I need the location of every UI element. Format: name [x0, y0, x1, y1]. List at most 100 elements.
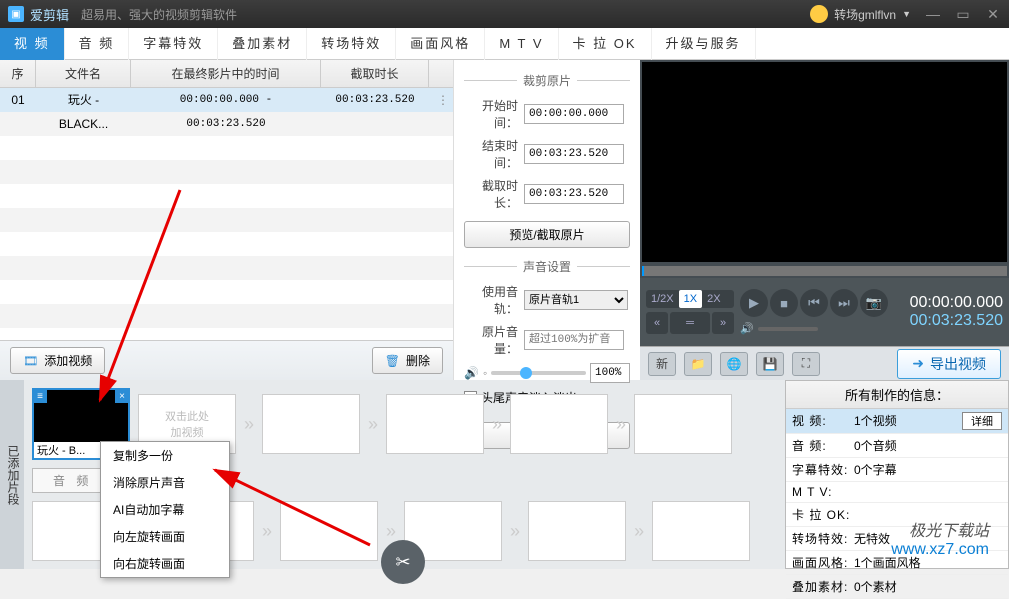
chevron-right-icon: » — [510, 521, 520, 542]
delete-button[interactable]: 🗑 删除 — [372, 347, 443, 374]
detail-button[interactable]: 详细 — [962, 412, 1002, 430]
clip-close-icon[interactable]: × — [115, 389, 129, 403]
timeline-empty-slot[interactable] — [262, 394, 360, 454]
avatar-icon — [810, 5, 828, 23]
delete-label: 删除 — [406, 352, 430, 369]
speed-1x[interactable]: 1X — [679, 290, 702, 308]
clip-menu-icon[interactable]: ≡ — [33, 389, 47, 403]
tab-karaoke[interactable]: 卡 拉 OK — [559, 28, 652, 60]
clip-thumbnail — [34, 390, 128, 442]
ctx-rotate-left[interactable]: 向左旋转画面 — [101, 523, 229, 550]
export-label: 导出视频 — [930, 354, 986, 374]
next-frame-button[interactable]: » — [712, 312, 734, 334]
min-icon: ◦ — [483, 366, 487, 380]
preview-crop-label: 预览/截取原片 — [509, 226, 584, 243]
open-folder-button[interactable]: 📁 — [684, 352, 712, 376]
col-time: 在最终影片中的时间 — [131, 60, 321, 87]
tab-transition[interactable]: 转场特效 — [307, 28, 396, 60]
chevron-right-icon: » — [386, 521, 396, 542]
add-video-icon: 🎞 — [23, 354, 38, 368]
watermark-url: www.xz7.com — [891, 541, 989, 559]
end-time-label: 结束时间： — [464, 137, 518, 171]
user-area[interactable]: 转场gmlflvn ▼ — [810, 5, 911, 23]
row-more-icon[interactable]: ⋮ — [429, 88, 447, 112]
app-name: 爱剪辑 — [30, 5, 69, 24]
time-total: 00:03:23.520 — [910, 312, 1003, 330]
file-row[interactable]: 01 玩火 - BLACK... 00:00:00.000 - 00:03:23… — [0, 88, 453, 112]
info-row-video[interactable]: 视 频: 1个视频 详细 — [786, 409, 1008, 434]
tab-video[interactable]: 视 频 — [0, 28, 65, 60]
info-row-overlay: 叠加素材: 0个素材 — [786, 575, 1008, 599]
preview-scrubber[interactable] — [642, 266, 1007, 276]
track-label: 使用音轨： — [464, 283, 518, 317]
preview-volume-slider[interactable] — [758, 327, 818, 331]
dur-input[interactable] — [524, 184, 624, 204]
start-time-input[interactable] — [524, 104, 624, 124]
prev-frame-button[interactable]: « — [646, 312, 668, 334]
volume-slider[interactable] — [491, 371, 586, 375]
fullscreen-button[interactable]: ⛶ — [792, 352, 820, 376]
timeline-empty-slot[interactable] — [510, 394, 608, 454]
preview-video[interactable] — [642, 62, 1007, 262]
vol-hint-input[interactable] — [524, 330, 624, 350]
scissors-button[interactable]: ✂ — [381, 540, 425, 584]
speed-half[interactable]: 1/2X — [646, 290, 679, 308]
ctx-duplicate[interactable]: 复制多一份 — [101, 442, 229, 469]
snapshot-button[interactable]: 📷 — [860, 289, 888, 317]
end-time-input[interactable] — [524, 144, 624, 164]
stop-button[interactable]: ■ — [770, 289, 798, 317]
file-list-body: 01 玩火 - BLACK... 00:00:00.000 - 00:03:23… — [0, 88, 453, 340]
frame-slider[interactable]: ═ — [670, 312, 710, 334]
sound-group-title: 声音设置 — [464, 258, 630, 275]
export-icon: ➜ — [912, 355, 924, 372]
net-button[interactable]: 🌐 — [720, 352, 748, 376]
file-list-panel: 序号 文件名 在最终影片中的时间 截取时长 01 玩火 - BLACK... 0… — [0, 60, 454, 380]
chevron-right-icon: » — [616, 414, 626, 435]
timeline-empty-slot[interactable] — [386, 394, 484, 454]
export-video-button[interactable]: ➜ 导出视频 — [897, 349, 1001, 379]
tab-upgrade[interactable]: 升级与服务 — [652, 28, 756, 60]
ctx-ai-subtitle[interactable]: AI自动加字幕 — [101, 496, 229, 523]
preview-crop-button[interactable]: 预览/截取原片 — [464, 221, 630, 248]
trash-icon: 🗑 — [385, 354, 400, 368]
app-logo-icon: ▣ — [8, 6, 24, 22]
tab-audio[interactable]: 音 频 — [65, 28, 130, 60]
ctx-mute-original[interactable]: 消除原片声音 — [101, 469, 229, 496]
watermark-text: 极光下载站 — [891, 517, 989, 541]
main-tabs: 视 频 音 频 字幕特效 叠加素材 转场特效 画面风格 M T V 卡 拉 OK… — [0, 28, 1009, 60]
mark-out-button[interactable]: ⏭ — [830, 289, 858, 317]
speed-2x[interactable]: 2X — [702, 290, 725, 308]
app-slogan: 超易用、强大的视频剪辑软件 — [81, 6, 237, 23]
chevron-right-icon: » — [368, 414, 378, 435]
maximize-button[interactable]: ▭ — [955, 6, 971, 23]
file-list-footer: 🎞 添加视频 🗑 删除 — [0, 340, 453, 380]
crop-group-title: 裁剪原片 — [464, 72, 630, 89]
tab-overlay[interactable]: 叠加素材 — [218, 28, 307, 60]
mark-in-button[interactable]: ⏮ — [800, 289, 828, 317]
save-button[interactable]: 💾 — [756, 352, 784, 376]
add-video-button[interactable]: 🎞 添加视频 — [10, 347, 105, 374]
vol-label: 原片音量： — [464, 323, 518, 357]
timeline-empty-slot[interactable] — [280, 501, 378, 561]
user-dropdown-icon[interactable]: ▼ — [902, 9, 911, 19]
tab-subtitle[interactable]: 字幕特效 — [129, 28, 218, 60]
info-row-subtitle: 字幕特效: 0个字幕 — [786, 458, 1008, 482]
timeline-empty-slot[interactable] — [634, 394, 732, 454]
empty-hint-label: 双击此处 加视频 — [165, 408, 209, 440]
info-row-mtv: M T V: — [786, 482, 1008, 503]
crop-panel: 裁剪原片 开始时间： 结束时间： 截取时长： 预览/截取原片 声音设置 使用音轨… — [454, 60, 640, 380]
close-button[interactable]: ✕ — [985, 6, 1001, 23]
track-select[interactable]: 原片音轨1 — [524, 290, 628, 310]
col-index: 序号 — [0, 60, 36, 87]
file-list-header: 序号 文件名 在最终影片中的时间 截取时长 — [0, 60, 453, 88]
info-row-audio: 音 频: 0个音频 — [786, 434, 1008, 458]
chevron-right-icon: » — [244, 414, 254, 435]
new-project-button[interactable]: 新 — [648, 352, 676, 376]
timeline-empty-slot[interactable] — [652, 501, 750, 561]
tab-mtv[interactable]: M T V — [485, 28, 558, 60]
minimize-button[interactable]: — — [925, 6, 941, 22]
tab-style[interactable]: 画面风格 — [396, 28, 485, 60]
ctx-rotate-right[interactable]: 向右旋转画面 — [101, 550, 229, 577]
timeline-empty-slot[interactable] — [528, 501, 626, 561]
play-button[interactable]: ▶ — [740, 289, 768, 317]
